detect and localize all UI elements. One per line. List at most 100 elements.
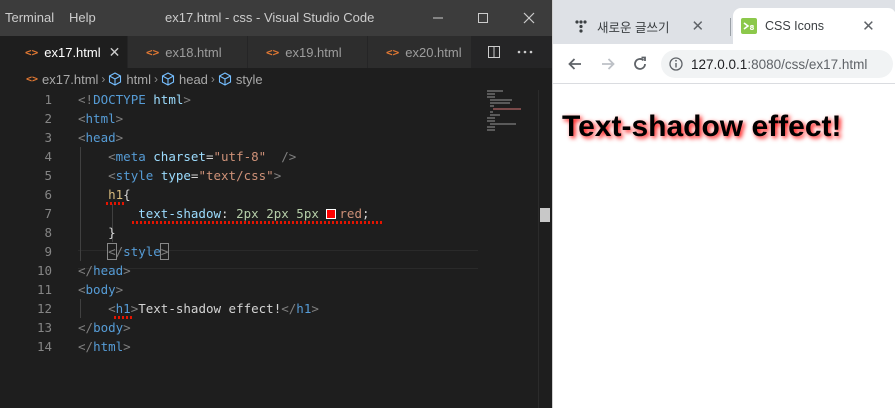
line-number: 1	[44, 92, 52, 107]
line-number: 3	[44, 130, 52, 145]
code-token: body	[93, 320, 124, 335]
code-line: <meta charset="utf-8" />	[108, 149, 297, 164]
code-token: 2px	[236, 206, 259, 221]
code-line: <html>	[78, 111, 124, 126]
title-bar: Terminal Help ex17.html - css - Visual S…	[0, 0, 552, 36]
breadcrumb-head[interactable]: head	[161, 72, 208, 87]
line-number: 11	[36, 282, 52, 297]
line-number: 8	[44, 225, 52, 240]
split-editor-icon	[488, 46, 500, 58]
line-number: 2	[44, 111, 52, 126]
code-token: head	[93, 263, 124, 278]
line-number: 5	[44, 168, 52, 183]
code-token: html	[85, 111, 116, 126]
maximize-button[interactable]	[468, 6, 498, 30]
tab-label: ex17.html	[44, 44, 101, 60]
dots-icon	[575, 20, 587, 33]
code-editor[interactable]: 1 2 3 4 5 6 7 8 9 10 11 12 13 14 <!DOCTY…	[0, 90, 552, 408]
error-squiggle	[106, 202, 126, 205]
code-token: =	[205, 149, 214, 164]
page-heading: Text-shadow effect!	[562, 110, 842, 143]
color-swatch[interactable]	[326, 209, 337, 219]
close-tab-icon[interactable]: ✕	[862, 17, 875, 35]
code-token: DOCTYPE	[93, 92, 146, 107]
breadcrumb-label: style	[235, 71, 263, 87]
more-actions-button[interactable]	[517, 50, 533, 54]
back-button[interactable]	[563, 52, 587, 76]
error-squiggle	[114, 316, 132, 319]
code-token: h1	[296, 301, 312, 316]
svg-text:8: 8	[750, 24, 755, 32]
browser-tab-writing[interactable]: 새로운 글쓰기 ✕	[561, 8, 729, 44]
html-file-icon: <>	[25, 45, 39, 59]
code-token: ;	[361, 206, 370, 221]
code-token: h1	[108, 187, 124, 202]
editor-tab-bar: <> ex17.html ✕ <> ex18.html <> ex19.html…	[0, 36, 552, 68]
split-editor-button[interactable]	[487, 45, 501, 59]
forward-button[interactable]	[596, 52, 620, 76]
maximize-icon	[478, 13, 488, 23]
code-line: </style>	[107, 243, 170, 260]
menu-terminal[interactable]: Terminal	[5, 10, 54, 25]
code-line: </body>	[78, 320, 131, 335]
browser-tab-css-icons[interactable]: 8 CSS Icons ✕	[733, 8, 895, 44]
vscode-window: Terminal Help ex17.html - css - Visual S…	[0, 0, 552, 408]
tab-ex17[interactable]: <> ex17.html ✕	[0, 36, 128, 68]
tab-divider	[730, 18, 731, 36]
code-token: h1	[115, 301, 131, 316]
code-token: Text-shadow effect!	[138, 301, 282, 316]
code-token: body	[85, 282, 116, 297]
breadcrumb-html[interactable]: html	[108, 72, 151, 87]
overview-ruler	[538, 90, 539, 408]
html-file-icon: <>	[386, 45, 400, 59]
line-number: 7	[44, 206, 52, 221]
chevron-right-icon: ›	[101, 72, 106, 86]
ellipsis-icon	[517, 50, 533, 54]
code-token: <!	[78, 92, 94, 107]
code-token: "text/css"	[198, 168, 274, 183]
editor-actions	[487, 36, 533, 68]
info-icon[interactable]	[669, 57, 683, 71]
code-token: 5px	[296, 206, 319, 221]
minimize-icon	[433, 17, 443, 19]
tab-ex18[interactable]: <> ex18.html	[128, 36, 248, 68]
minimize-button[interactable]	[423, 6, 453, 30]
code-token: html	[145, 92, 184, 107]
html-file-icon: <>	[146, 45, 160, 59]
code-token: "utf-8"	[213, 149, 267, 164]
breadcrumb-label: html	[126, 71, 151, 87]
code-line: <head>	[78, 130, 124, 145]
cube-icon	[161, 72, 175, 86]
code-token: {	[123, 187, 131, 202]
minimap[interactable]	[487, 90, 539, 150]
line-number: 6	[44, 187, 52, 202]
tab-ex19[interactable]: <> ex19.html	[248, 36, 368, 68]
code-token: html	[93, 339, 124, 354]
breadcrumb-label: head	[178, 71, 208, 87]
url-path: :8080/css/ex17.html	[747, 56, 868, 72]
code-line: <!DOCTYPE html>	[78, 90, 370, 109]
reload-button[interactable]	[628, 52, 652, 76]
css-icon: 8	[741, 18, 757, 34]
code-token: }	[108, 225, 116, 240]
browser-toolbar: 127.0.0.1:8080/css/ex17.html	[553, 44, 895, 84]
code-token: />	[266, 149, 297, 164]
close-window-button[interactable]	[514, 6, 544, 30]
breadcrumb-file[interactable]: <> ex17.html	[26, 72, 98, 87]
address-bar[interactable]: 127.0.0.1:8080/css/ex17.html	[661, 50, 893, 78]
menu-help[interactable]: Help	[69, 10, 96, 25]
breadcrumb-style[interactable]: style	[218, 72, 263, 87]
code-token: style	[123, 244, 161, 259]
line-number: 12	[36, 301, 52, 316]
breadcrumb: <> ex17.html › html › head › style	[0, 68, 552, 90]
code-line: </head>	[78, 263, 131, 278]
browser-tab-strip: 새로운 글쓰기 ✕ 8 CSS Icons ✕	[553, 0, 895, 44]
tab-close-icon[interactable]: ✕	[109, 44, 121, 61]
code-token: style	[115, 168, 154, 183]
tab-ex20[interactable]: <> ex20.html	[368, 36, 472, 68]
cube-icon	[218, 72, 232, 86]
line-number: 4	[44, 149, 52, 164]
line-number: 14	[36, 339, 52, 354]
close-tab-icon[interactable]: ✕	[691, 17, 704, 35]
scrollbar-thumb[interactable]	[540, 208, 550, 222]
